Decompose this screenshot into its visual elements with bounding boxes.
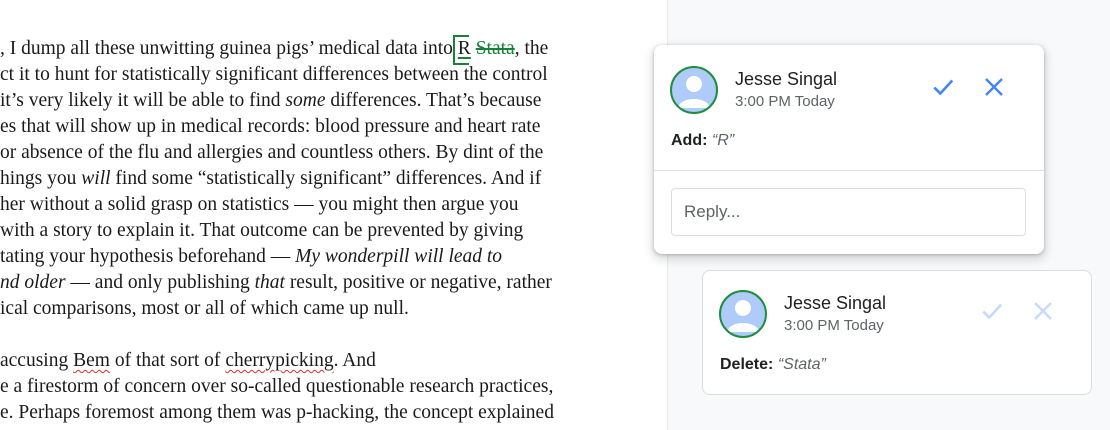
- document-text-line[interactable]: ct it to hunt for statistically signific…: [0, 62, 548, 88]
- text-run: , the: [514, 38, 549, 59]
- suggestion-change: Add: “R”: [671, 132, 734, 150]
- document-text-line[interactable]: with a story to explain it. That outcome…: [0, 218, 523, 244]
- text-run: her without a solid grasp on statistics …: [0, 194, 519, 215]
- suggestion-change: Delete: “Stata”: [720, 356, 826, 374]
- document-text-line[interactable]: ical comparisons, most or all of which c…: [0, 296, 409, 322]
- document-text-line[interactable]: nd older — and only publishing that resu…: [0, 270, 552, 296]
- insertion-marker: [452, 35, 469, 65]
- text-run: e. Perhaps foremost among them was p-hac…: [0, 402, 554, 423]
- check-icon: [933, 79, 954, 96]
- text-run: , I dump all these unwitting guinea pigs…: [0, 38, 458, 59]
- text-run: it’s very likely it will be able to find: [0, 90, 286, 111]
- suggested-insertion[interactable]: R: [452, 35, 471, 65]
- close-icon: [985, 78, 1003, 96]
- text-run: accusing: [0, 350, 74, 371]
- document-text-line[interactable]: tating your hypothesis beforehand — My w…: [0, 244, 502, 270]
- reject-suggestion-button[interactable]: [1026, 294, 1060, 328]
- document-page[interactable]: , I dump all these unwitting guinea pigs…: [0, 0, 667, 430]
- document-text-line[interactable]: accusing Bem of that sort of cherrypicki…: [0, 348, 376, 374]
- text-run: result, positive or negative, rather: [284, 272, 552, 293]
- reply-input[interactable]: [671, 188, 1026, 236]
- accept-suggestion-button[interactable]: [926, 70, 960, 104]
- document-text-line[interactable]: e. Perhaps foremost among them was p-hac…: [0, 400, 554, 426]
- suggested-deletion: Stata: [475, 38, 515, 59]
- text-run: ct it to hunt for statistically signific…: [0, 64, 548, 85]
- change-value: “R”: [711, 132, 735, 149]
- text-run: or absence of the flu and allergies and …: [0, 142, 544, 163]
- text-run: with a story to explain it. That outcome…: [0, 220, 524, 241]
- change-label: Delete:: [720, 356, 774, 373]
- accept-suggestion-button[interactable]: [975, 294, 1009, 328]
- timestamp: 3:00 PM Today: [784, 317, 884, 334]
- text-run: hings you: [0, 168, 82, 189]
- italic-text: My wonderpill will lead to: [295, 246, 503, 267]
- document-text-line[interactable]: her without a solid grasp on statistics …: [0, 192, 519, 218]
- text-run: ical comparisons, most or all of which c…: [0, 298, 409, 319]
- document-text-line[interactable]: it’s very likely it will be able to find…: [0, 88, 541, 114]
- misspelled-word: Bem: [73, 350, 110, 371]
- author-name: Jesse Singal: [784, 293, 887, 313]
- italic-text: nd older: [0, 272, 66, 293]
- author-name: Jesse Singal: [735, 69, 838, 89]
- italic-text: will: [81, 168, 111, 189]
- document-text-line[interactable]: hings you will find some “statistically …: [0, 166, 541, 192]
- text-run: find some “statistically significant” di…: [110, 168, 542, 189]
- check-icon: [982, 303, 1003, 320]
- document-text-line[interactable]: es that will show up in medical records:…: [0, 114, 540, 140]
- suggestion-card-add[interactable]: Jesse Singal 3:00 PM Today Add: “R”: [654, 45, 1044, 254]
- timestamp: 3:00 PM Today: [735, 93, 835, 110]
- italic-text: that: [254, 272, 285, 293]
- text-run: es that will show up in medical records:…: [0, 116, 541, 137]
- change-value: “Stata”: [777, 356, 826, 373]
- document-text-line[interactable]: e a firestorm of concern over so-called …: [0, 374, 553, 400]
- text-run: — and only publishing: [65, 272, 255, 293]
- card-divider: [654, 170, 1044, 171]
- person-icon: [670, 66, 718, 114]
- close-icon: [1034, 302, 1052, 320]
- person-icon: [719, 290, 767, 338]
- italic-text: some: [285, 90, 326, 111]
- reject-suggestion-button[interactable]: [977, 70, 1011, 104]
- text-run: e a firestorm of concern over so-called …: [0, 376, 554, 397]
- text-run: tating your hypothesis beforehand —: [0, 246, 296, 267]
- change-label: Add:: [671, 132, 708, 149]
- text-run: differences. That’s because: [325, 90, 542, 111]
- misspelled-word: cherrypicking: [225, 350, 334, 371]
- document-text-line[interactable]: , I dump all these unwitting guinea pigs…: [0, 35, 549, 65]
- text-run: . And: [333, 350, 376, 371]
- document-text-line[interactable]: or absence of the flu and allergies and …: [0, 140, 543, 166]
- text-run: of that sort of: [109, 350, 226, 371]
- suggestion-card-delete[interactable]: Jesse Singal 3:00 PM Today Delete: “Stat…: [702, 270, 1092, 395]
